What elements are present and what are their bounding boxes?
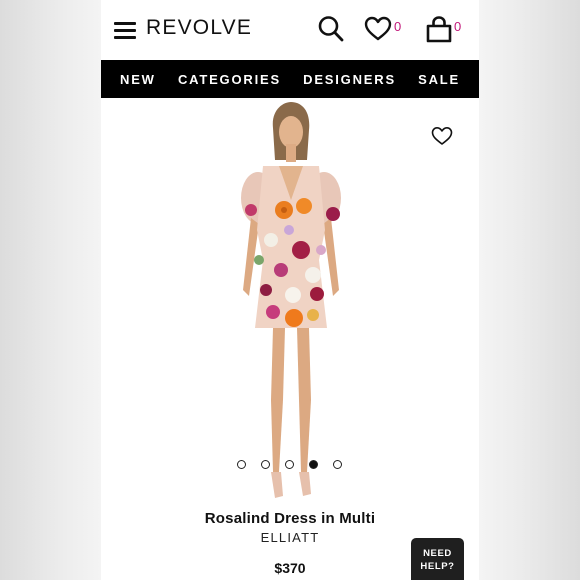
nav-new[interactable]: NEW <box>120 72 156 87</box>
top-bar: REVOLVE 0 0 <box>101 0 479 60</box>
add-to-wishlist-icon[interactable] <box>431 126 453 146</box>
help-line-2: HELP? <box>420 561 455 572</box>
product-image[interactable] <box>221 100 361 502</box>
nav-designers[interactable]: DESIGNERS <box>303 72 396 87</box>
menu-icon[interactable] <box>114 22 136 39</box>
search-icon[interactable] <box>317 14 345 44</box>
bag-count: 0 <box>454 19 462 34</box>
carousel-dot[interactable] <box>261 460 270 469</box>
image-carousel-dots <box>237 460 347 470</box>
main-nav: NEW CATEGORIES DESIGNERS SALE <box>101 60 479 98</box>
carousel-dot-active[interactable] <box>309 460 318 469</box>
heart-icon[interactable] <box>363 14 393 44</box>
nav-sale[interactable]: SALE <box>418 72 460 87</box>
need-help-button[interactable]: NEED HELP? <box>411 538 464 580</box>
nav-categories[interactable]: CATEGORIES <box>178 72 281 87</box>
logo[interactable]: REVOLVE <box>146 16 252 40</box>
bag-icon[interactable] <box>425 14 453 44</box>
wishlist-count: 0 <box>394 19 402 34</box>
product-title: Rosalind Dress in Multi <box>204 510 376 527</box>
help-line-1: NEED <box>423 548 452 559</box>
carousel-dot[interactable] <box>285 460 294 469</box>
carousel-dot[interactable] <box>333 460 342 469</box>
phone-screen: REVOLVE 0 0 NEW CATEGORIES DESIGNERS SAL… <box>101 0 479 580</box>
carousel-dot[interactable] <box>237 460 246 469</box>
